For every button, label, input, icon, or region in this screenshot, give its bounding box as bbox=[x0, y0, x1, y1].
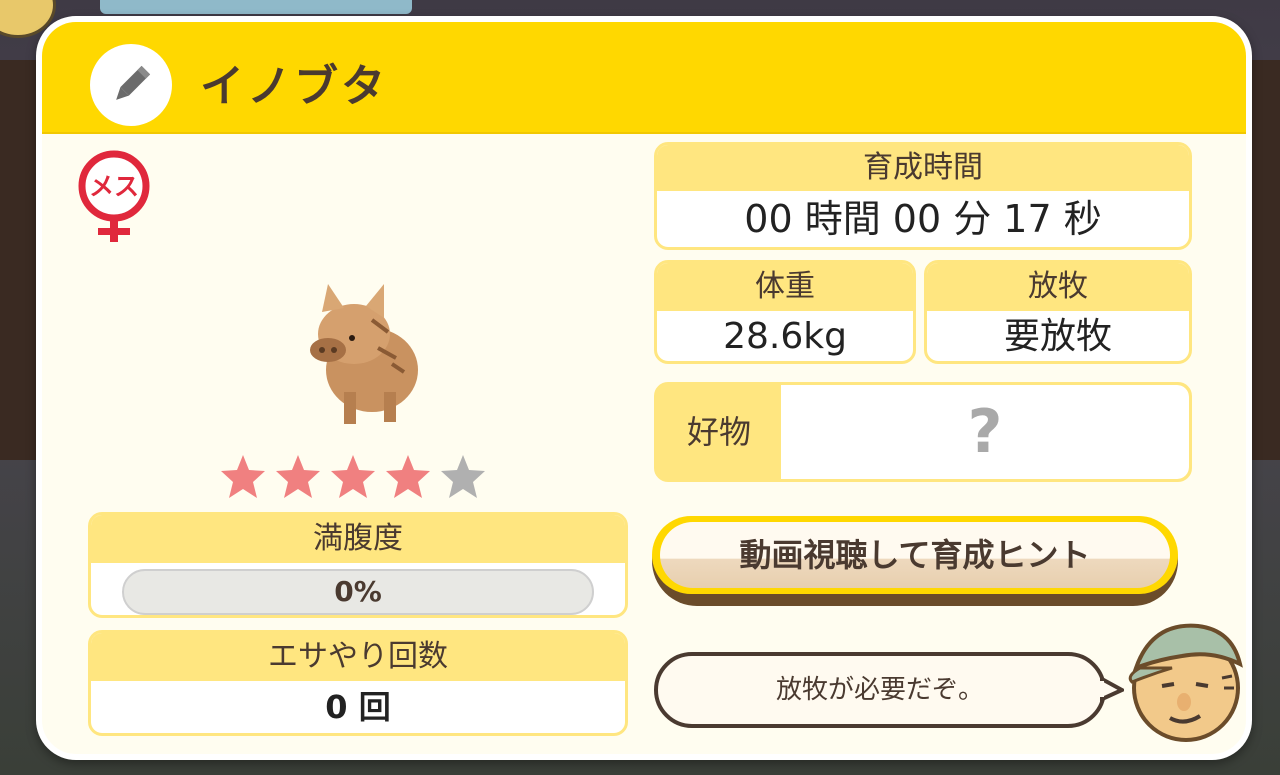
grazing-box: 放牧 要放牧 bbox=[924, 260, 1192, 364]
raising-time-box: 育成時間 00 時間 00 分 17 秒 bbox=[654, 142, 1192, 250]
star-filled-icon bbox=[386, 455, 430, 498]
weight-label: 体重 bbox=[657, 263, 913, 311]
satiety-label: 満腹度 bbox=[91, 515, 625, 563]
raising-time-label: 育成時間 bbox=[657, 145, 1189, 191]
grazing-label: 放牧 bbox=[927, 263, 1189, 311]
background-card bbox=[100, 0, 412, 14]
feed-count-label: エサやり回数 bbox=[91, 633, 625, 681]
advisor-speech-bubble: 放牧が必要だぞ。 bbox=[654, 652, 1106, 728]
favorite-food-value-area: ? bbox=[781, 385, 1189, 479]
background-fence-right bbox=[1252, 60, 1280, 460]
weight-box: 体重 28.6kg bbox=[654, 260, 916, 364]
star-filled-icon bbox=[276, 455, 320, 498]
hint-button-label: 動画視聴して育成ヒント bbox=[660, 522, 1170, 588]
weight-value: 28.6kg bbox=[723, 316, 847, 357]
female-gender-icon: メス bbox=[78, 150, 150, 242]
gender-label: メス bbox=[89, 172, 139, 201]
favorite-food-unknown: ? bbox=[967, 397, 1003, 467]
background-fence-left bbox=[0, 60, 36, 460]
hint-button-frame: 動画視聴して育成ヒント bbox=[652, 516, 1178, 594]
farmer-advisor-avatar bbox=[1128, 623, 1243, 742]
animal-detail-panel: イノブタ メス 満腹度 0% エサやり回数 0 回 育成時間 00 時間 00 … bbox=[36, 16, 1252, 760]
satiety-bar: 0% bbox=[122, 569, 594, 615]
raising-time-value: 00 時間 00 分 17 秒 bbox=[744, 197, 1102, 241]
animal-name: イノブタ bbox=[200, 61, 388, 112]
watch-video-hint-button[interactable]: 動画視聴して育成ヒント bbox=[652, 516, 1178, 606]
speech-bubble-tail bbox=[1100, 676, 1124, 702]
satiety-box: 満腹度 0% bbox=[88, 512, 628, 618]
star-empty-icon bbox=[441, 455, 485, 498]
star-filled-icon bbox=[331, 455, 375, 498]
feed-count-box: エサやり回数 0 回 bbox=[88, 630, 628, 736]
rarity-stars bbox=[218, 452, 488, 502]
feed-count-value: 0 回 bbox=[325, 688, 391, 726]
satiety-value: 0% bbox=[334, 575, 382, 608]
favorite-food-box: 好物 ? bbox=[654, 382, 1192, 482]
panel-header: イノブタ bbox=[42, 22, 1246, 134]
favorite-food-label: 好物 bbox=[686, 413, 751, 451]
boar-pig-illustration bbox=[310, 284, 418, 424]
rename-button[interactable] bbox=[90, 44, 172, 126]
star-filled-icon bbox=[221, 455, 265, 498]
grazing-value: 要放牧 bbox=[1003, 316, 1112, 357]
pencil-icon bbox=[116, 65, 151, 100]
